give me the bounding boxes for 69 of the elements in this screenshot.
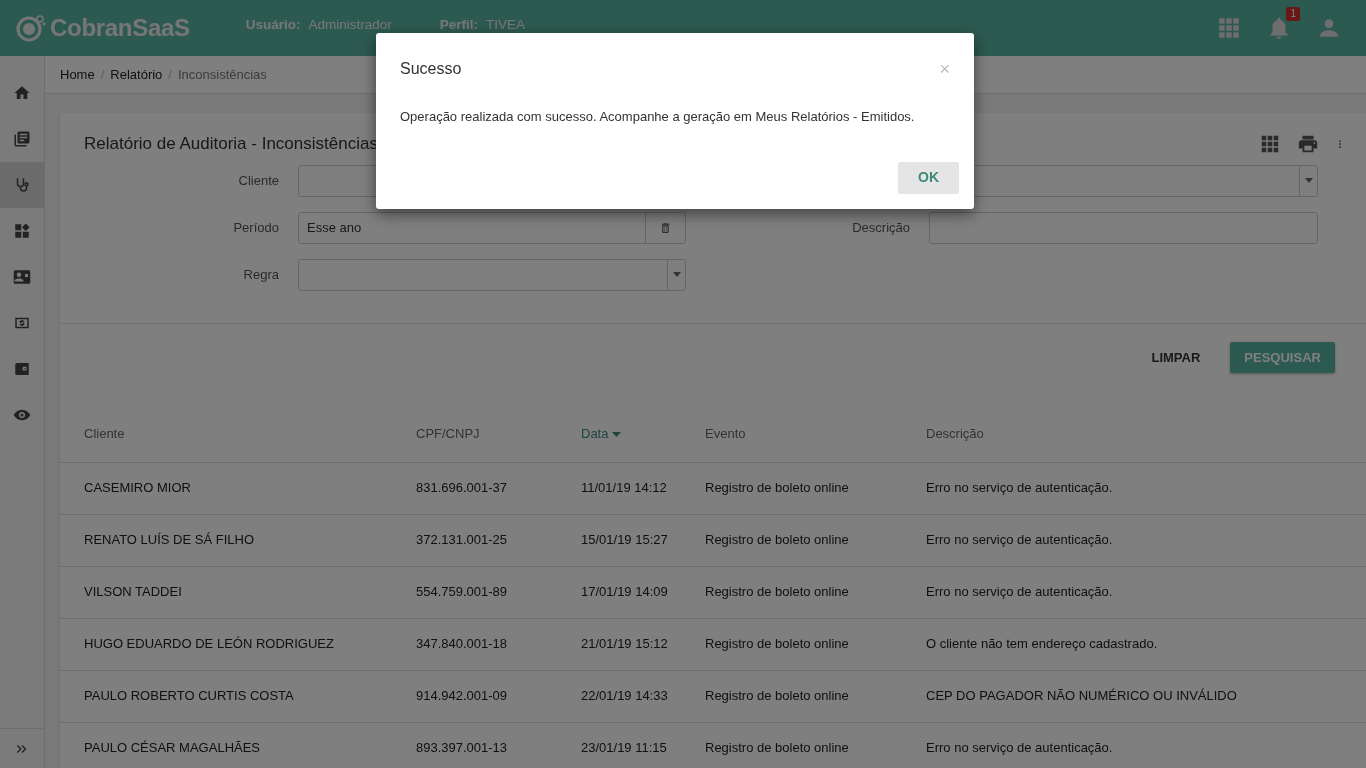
table-cell: RENATO LUÍS DE SÁ FILHO bbox=[84, 532, 254, 548]
input-field[interactable] bbox=[929, 211, 1318, 244]
card-title: Relatório de Auditoria - Inconsistências bbox=[84, 133, 378, 155]
sort-caret-icon bbox=[612, 432, 622, 438]
logo-text: CobranSaaS bbox=[50, 13, 190, 43]
field-label: Regra bbox=[242, 265, 279, 284]
contact-card-icon bbox=[13, 268, 31, 286]
home-icon bbox=[13, 84, 31, 102]
logo-icon bbox=[16, 14, 46, 42]
column-header[interactable]: Cliente bbox=[84, 426, 125, 441]
table-cell: 554.759.001-89 bbox=[416, 584, 508, 600]
profile-label: Perfil: bbox=[439, 15, 479, 34]
table-cell: Erro no serviço de autenticação. bbox=[926, 584, 1113, 600]
clear-filters-button[interactable]: LIMPAR bbox=[1137, 341, 1215, 373]
dropdown-caret-icon bbox=[672, 271, 681, 278]
ok-button[interactable]: OK bbox=[898, 161, 959, 194]
column-header[interactable]: Data bbox=[581, 426, 609, 441]
breadcrumb-current: Inconsistências bbox=[177, 65, 267, 84]
table-cell: PAULO CÉSAR MAGALHÃES bbox=[84, 740, 261, 756]
table-cell: Registro de boleto online bbox=[705, 584, 849, 600]
table-cell: PAULO ROBERTO CURTIS COSTA bbox=[84, 688, 294, 704]
table-cell: Erro no serviço de autenticação. bbox=[926, 480, 1113, 496]
table-cell: CASEMIRO MIOR bbox=[84, 480, 191, 496]
breadcrumb-separator: / bbox=[100, 65, 105, 84]
table-cell: 15/01/19 15:27 bbox=[581, 532, 668, 548]
breadcrumb-link[interactable]: Home bbox=[60, 64, 95, 85]
widgets-icon bbox=[13, 222, 31, 240]
table-cell: 914.942.001-09 bbox=[416, 688, 508, 704]
table-cell: Erro no serviço de autenticação. bbox=[926, 740, 1113, 756]
table-cell: Registro de boleto online bbox=[705, 532, 849, 548]
user-name: Administrador bbox=[308, 15, 392, 34]
table-cell: 893.397.001-13 bbox=[416, 740, 508, 756]
book-icon bbox=[13, 130, 31, 148]
table-cell: VILSON TADDEI bbox=[84, 584, 182, 600]
field-label: Cliente bbox=[237, 171, 279, 190]
dialog-message: Operação realizada com sucesso. Acompanhe a geração em Meus Relatórios - Emitidos. bbox=[399, 108, 916, 126]
table-cell: Registro de boleto online bbox=[705, 688, 849, 704]
table-cell: 21/01/19 15:12 bbox=[581, 636, 668, 652]
column-header[interactable]: Evento bbox=[705, 426, 746, 441]
search-button[interactable]: PESQUISAR bbox=[1230, 341, 1335, 373]
column-header[interactable]: CPF/CNPJ bbox=[416, 426, 480, 441]
sidebar-item[interactable] bbox=[0, 162, 44, 208]
table-cell: O cliente não tem endereço cadastrado. bbox=[926, 636, 1158, 652]
dialog-title: Sucesso bbox=[400, 59, 462, 79]
table-cell: Registro de boleto online bbox=[705, 636, 849, 652]
wallet-icon bbox=[13, 360, 31, 378]
table-cell: Erro no serviço de autenticação. bbox=[926, 532, 1113, 548]
table-cell: Registro de boleto online bbox=[705, 480, 849, 496]
select-field[interactable] bbox=[298, 258, 686, 291]
notification-badge: 1 bbox=[1286, 7, 1300, 21]
profile-name: TIVEA bbox=[486, 15, 526, 34]
table-cell: 22/01/19 14:33 bbox=[581, 688, 668, 704]
table-cell: 11/01/19 14:12 bbox=[581, 480, 667, 496]
table-cell: 23/01/19 11:15 bbox=[581, 740, 667, 756]
field-label: Período bbox=[232, 218, 279, 237]
user-label: Usuário: bbox=[245, 15, 301, 34]
field-label: Descrição bbox=[851, 218, 910, 237]
table-cell: 17/01/19 14:09 bbox=[581, 584, 668, 600]
close-button[interactable]: × bbox=[939, 60, 950, 78]
table-cell: HUGO EDUARDO DE LEÓN RODRIGUEZ bbox=[84, 636, 334, 652]
table-cell: 372.131.001-25 bbox=[416, 532, 508, 548]
table-cell: 831.696.001-37 bbox=[416, 480, 508, 496]
table-cell: 347.840.001-18 bbox=[416, 636, 508, 652]
dropdown-caret-icon bbox=[1304, 177, 1313, 184]
breadcrumb-link[interactable]: Relatório bbox=[110, 64, 163, 85]
breadcrumb-separator: / bbox=[168, 65, 172, 84]
table-cell: Registro de boleto online bbox=[705, 740, 849, 756]
table-cell: CEP DO PAGADOR NÃO NUMÉRICO OU INVÁLIDO bbox=[926, 688, 1237, 704]
column-header[interactable]: Descrição bbox=[926, 426, 984, 441]
